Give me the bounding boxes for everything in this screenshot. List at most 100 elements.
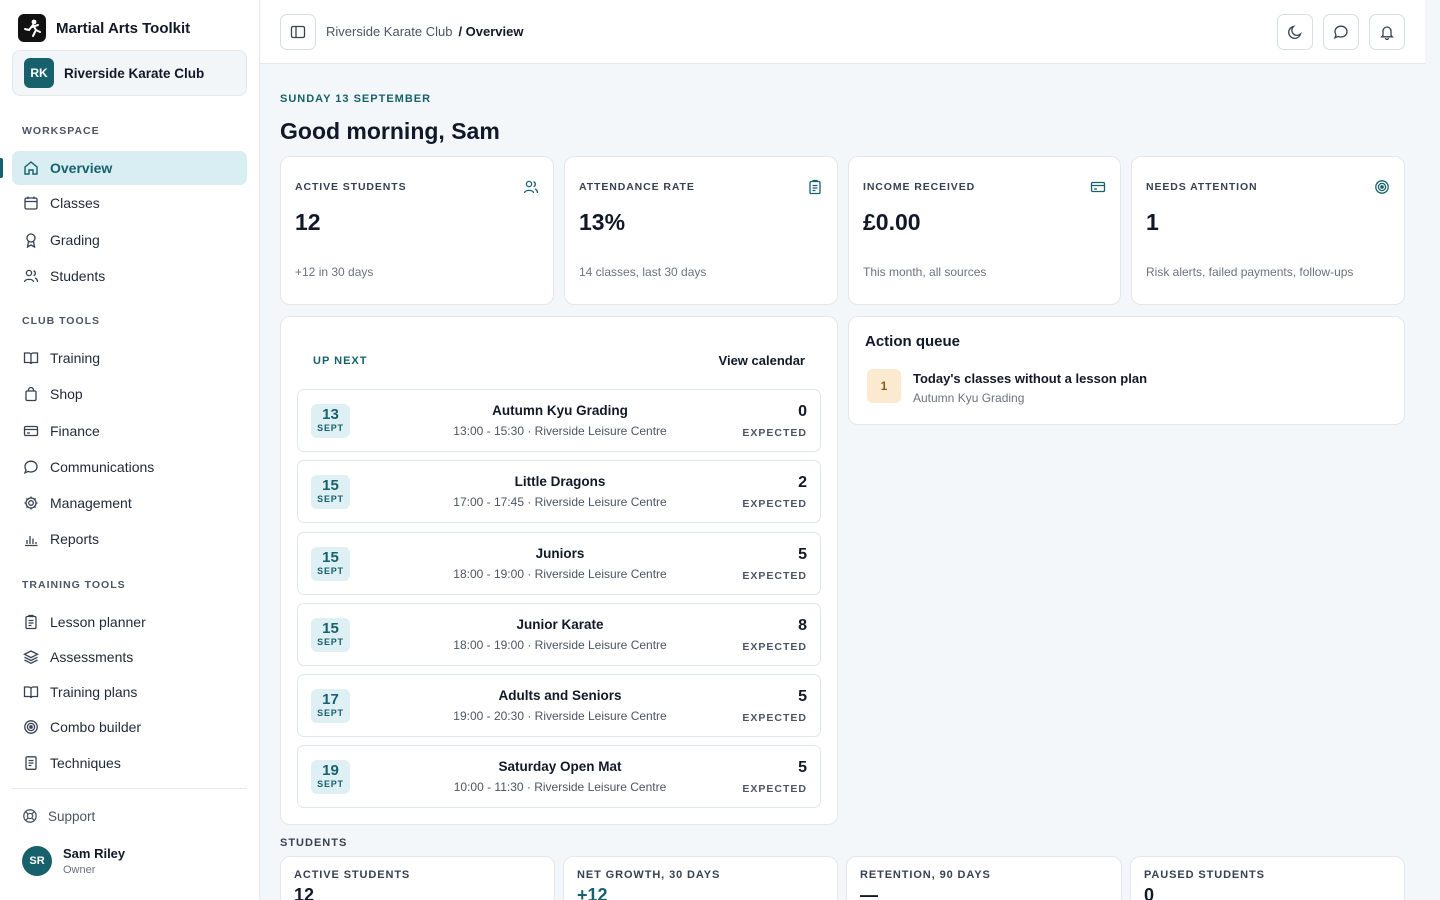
- sidebar-item-label: Overview: [50, 160, 113, 176]
- target-icon: [1375, 180, 1389, 194]
- users-icon: [523, 180, 539, 194]
- kpi-card-needs-attention[interactable]: NEEDS ATTENTION 1 Risk alerts, failed pa…: [1131, 156, 1405, 305]
- kpi-label: ATTENDANCE RATE: [579, 181, 695, 193]
- user-role: Owner: [63, 864, 96, 876]
- view-calendar-link[interactable]: View calendar: [719, 353, 805, 368]
- club-switcher[interactable]: RK Riverside Karate Club: [12, 50, 247, 96]
- notifications-button[interactable]: [1369, 14, 1405, 50]
- sidebar-item-management[interactable]: Management: [12, 486, 247, 520]
- kpi-value: 12: [294, 885, 315, 900]
- sidebar-item-label: Training: [50, 350, 101, 366]
- messages-button[interactable]: [1323, 14, 1359, 50]
- sidebar-item-label: Grading: [50, 232, 100, 248]
- kpi-label: ACTIVE STUDENTS: [295, 181, 407, 193]
- sidebar-item-label: Communications: [50, 459, 155, 475]
- target-icon: [24, 720, 38, 734]
- student-kpi-card[interactable]: PAUSED STUDENTS 0: [1130, 856, 1405, 900]
- book-icon: [23, 352, 39, 365]
- kpi-label: NET GROWTH, 30 DAYS: [577, 869, 721, 881]
- clipboard-icon: [25, 614, 37, 630]
- breadcrumb-current: / Overview: [458, 24, 524, 39]
- class-row[interactable]: 19 SEPT Saturday Open Mat 10:00 - 11:30 …: [297, 745, 821, 808]
- kpi-value: —: [860, 885, 878, 900]
- sidebar-toggle-button[interactable]: [280, 14, 316, 50]
- topbar: Riverside Karate Club / Overview: [260, 0, 1425, 64]
- date-label: SUNDAY 13 SEPTEMBER: [280, 93, 432, 105]
- sidebar-item-grading[interactable]: Grading: [12, 223, 247, 257]
- support-link[interactable]: Support: [22, 808, 95, 824]
- class-name: Autumn Kyu Grading: [492, 403, 628, 418]
- expected-count: 5: [798, 688, 807, 705]
- sidebar-item-reports[interactable]: Reports: [12, 522, 247, 556]
- sidebar-item-training-plans[interactable]: Training plans: [12, 675, 247, 709]
- students-section-label: STUDENTS: [280, 837, 348, 849]
- theme-toggle-button[interactable]: [1277, 14, 1313, 50]
- calendar-icon: [24, 196, 38, 210]
- expected-count: 5: [798, 546, 807, 563]
- kpi-value: 12: [295, 209, 321, 235]
- brand[interactable]: Martial Arts Toolkit: [18, 14, 190, 42]
- sidebar-toggle-icon: [290, 25, 306, 39]
- sidebar-item-combo-builder[interactable]: Combo builder: [12, 710, 247, 744]
- up-next-title: UP NEXT: [313, 355, 368, 367]
- class-row[interactable]: 15 SEPT Juniors 18:00 - 19:00 · Riversid…: [297, 532, 821, 595]
- student-kpi-card[interactable]: NET GROWTH, 30 DAYS +12: [563, 856, 838, 900]
- sidebar-item-label: Techniques: [50, 755, 121, 771]
- class-row[interactable]: 15 SEPT Junior Karate 18:00 - 19:00 · Ri…: [297, 603, 821, 666]
- kpi-card-active-students[interactable]: ACTIVE STUDENTS 12 +12 in 30 days: [280, 156, 554, 305]
- class-row[interactable]: 13 SEPT Autumn Kyu Grading 13:00 - 15:30…: [297, 389, 821, 452]
- sidebar-divider: [12, 788, 247, 789]
- sidebar-item-techniques[interactable]: Techniques: [12, 746, 247, 780]
- document-icon: [25, 756, 37, 770]
- sidebar-item-communications[interactable]: Communications: [12, 450, 247, 484]
- expected-label: EXPECTED: [742, 712, 807, 724]
- sidebar-item-training[interactable]: Training: [12, 341, 247, 375]
- sidebar-item-label: Shop: [50, 386, 83, 402]
- sidebar-item-label: Students: [50, 268, 106, 284]
- sidebar-item-lesson-planner[interactable]: Lesson planner: [12, 605, 247, 639]
- kpi-value: 13%: [579, 209, 626, 235]
- student-kpi-card[interactable]: ACTIVE STUDENTS 12: [280, 856, 555, 900]
- martial-arts-logo-icon: [18, 14, 46, 42]
- kpi-value: +12: [577, 885, 608, 900]
- kpi-card-income-received[interactable]: INCOME RECEIVED £0.00 This month, all so…: [848, 156, 1121, 305]
- class-row[interactable]: 17 SEPT Adults and Seniors 19:00 - 20:30…: [297, 674, 821, 737]
- section-label-training-tools: TRAINING TOOLS: [22, 579, 126, 591]
- action-item-subtitle: Autumn Kyu Grading: [913, 391, 1025, 405]
- kpi-subtext: Risk alerts, failed payments, follow-ups: [1146, 265, 1354, 279]
- avatar: SR: [22, 846, 52, 876]
- expected-count: 8: [798, 617, 807, 634]
- credit-card-icon: [1090, 181, 1106, 193]
- kpi-value: 1: [1146, 209, 1159, 235]
- award-icon: [26, 233, 36, 248]
- sidebar-item-shop[interactable]: Shop: [12, 377, 247, 411]
- layers-icon: [23, 650, 39, 665]
- gear-icon: [24, 496, 38, 510]
- expected-label: EXPECTED: [742, 783, 807, 795]
- kpi-subtext: +12 in 30 days: [295, 265, 374, 279]
- sidebar-item-students[interactable]: Students: [12, 259, 247, 293]
- bell-icon: [1380, 26, 1394, 40]
- user-name: Sam Riley: [63, 846, 126, 861]
- sidebar-item-overview[interactable]: Overview: [12, 151, 247, 185]
- club-name: Riverside Karate Club: [64, 65, 205, 81]
- expected-count: 2: [798, 474, 807, 491]
- student-kpi-card[interactable]: RETENTION, 90 DAYS —: [846, 856, 1122, 900]
- sidebar-item-assessments[interactable]: Assessments: [12, 640, 247, 674]
- credit-card-icon: [23, 425, 39, 437]
- user-profile[interactable]: SR Sam Riley Owner: [22, 846, 125, 876]
- sidebar-item-finance[interactable]: Finance: [12, 414, 247, 448]
- chat-icon: [23, 460, 38, 474]
- class-name: Juniors: [535, 546, 585, 561]
- active-indicator: [0, 158, 3, 178]
- kpi-subtext: 14 classes, last 30 days: [579, 265, 707, 279]
- kpi-card-attendance-rate[interactable]: ATTENDANCE RATE 13% 14 classes, last 30 …: [564, 156, 838, 305]
- expected-label: EXPECTED: [742, 427, 807, 439]
- sidebar-item-label: Lesson planner: [50, 614, 146, 630]
- expected-label: EXPECTED: [742, 570, 807, 582]
- action-item-title[interactable]: Today's classes without a lesson plan: [913, 371, 1147, 386]
- class-row[interactable]: 15 SEPT Little Dragons 17:00 - 17:45 · R…: [297, 460, 821, 523]
- breadcrumb-club[interactable]: Riverside Karate Club: [326, 24, 452, 39]
- sidebar-item-classes[interactable]: Classes: [12, 186, 247, 220]
- moon-icon: [1288, 25, 1302, 40]
